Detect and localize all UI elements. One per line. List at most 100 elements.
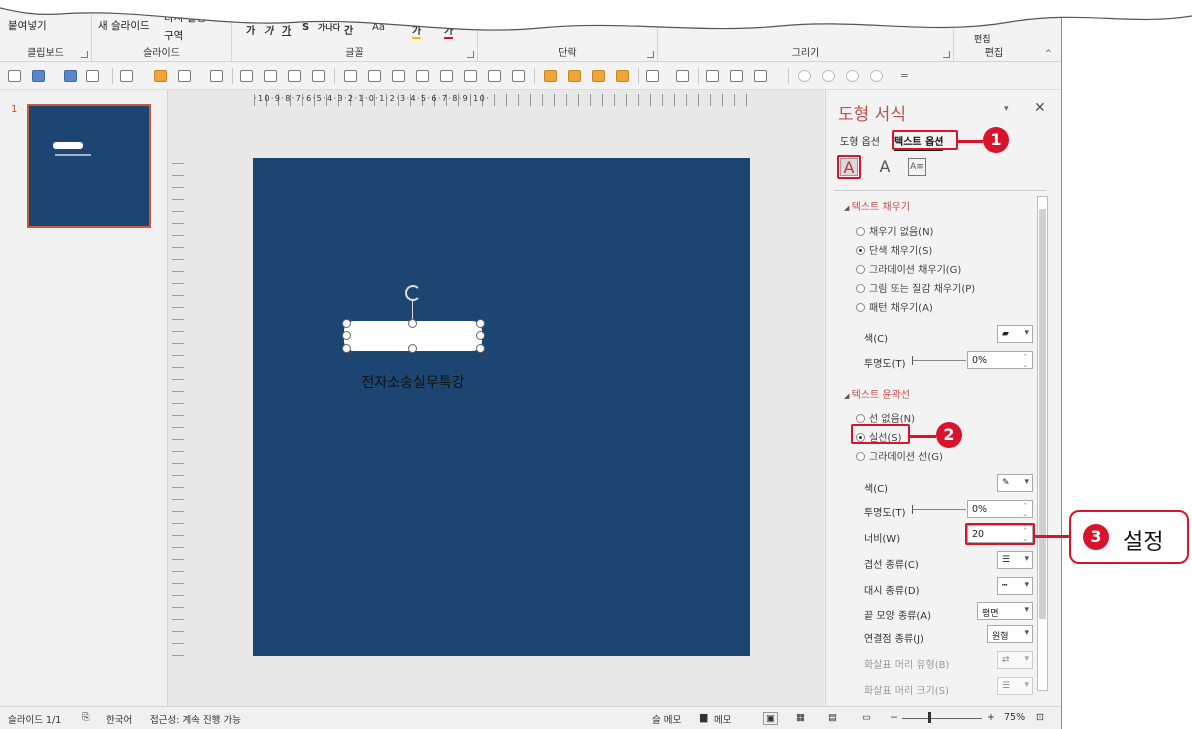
- reset-button[interactable]: 다시 설정: [164, 10, 206, 25]
- launcher-icon[interactable]: [467, 51, 474, 58]
- rotate-handle-icon[interactable]: [405, 285, 421, 301]
- shadow-button[interactable]: S: [302, 22, 309, 33]
- textbox-icon[interactable]: A≡: [908, 158, 926, 176]
- flip-icon[interactable]: [676, 70, 689, 82]
- touch-mode-icon[interactable]: [86, 70, 99, 82]
- radio-picture-fill[interactable]: 그림 또는 질감 채우기(P): [856, 280, 975, 295]
- crop-icon[interactable]: [730, 70, 743, 82]
- slideshow-icon[interactable]: ▭: [862, 712, 871, 723]
- close-icon[interactable]: ✕: [1034, 100, 1046, 116]
- sorter-view-icon[interactable]: ▦: [796, 712, 805, 723]
- arrow-size-select[interactable]: ☰: [997, 677, 1033, 695]
- redo-icon[interactable]: [64, 70, 77, 82]
- spellcheck-icon[interactable]: ⎘: [82, 712, 90, 723]
- radio-no-line[interactable]: 선 없음(N): [856, 410, 915, 425]
- arrow-begin-select[interactable]: ⇄: [997, 651, 1033, 669]
- spacing-button[interactable]: 간: [344, 22, 353, 37]
- text-effects-icon[interactable]: A: [876, 158, 894, 176]
- highlight-button[interactable]: 가: [412, 22, 422, 39]
- size-icon[interactable]: [754, 70, 767, 82]
- radio-gradient-fill[interactable]: 그라데이션 채우기(G): [856, 261, 961, 276]
- bold-button[interactable]: 가: [246, 22, 255, 37]
- scroll-thumb[interactable]: [1039, 209, 1046, 619]
- fill-color-picker[interactable]: ▰: [997, 325, 1033, 343]
- join-type-select[interactable]: 원형: [987, 625, 1033, 643]
- dash-type-select[interactable]: ┅: [997, 577, 1033, 595]
- group-icon[interactable]: [210, 70, 223, 82]
- picture-icon[interactable]: [706, 70, 719, 82]
- comments-icon[interactable]: ▆: [700, 712, 707, 723]
- radio-solid-fill[interactable]: 단색 채우기(S): [856, 242, 932, 257]
- section-button[interactable]: 구역: [164, 28, 183, 43]
- font-color-button[interactable]: 가: [444, 22, 454, 39]
- pane-options-icon[interactable]: ▾: [1004, 104, 1009, 114]
- shape-icon[interactable]: [240, 70, 253, 82]
- zoom-in-icon[interactable]: +: [987, 712, 995, 723]
- arrange-icon[interactable]: [178, 70, 191, 82]
- circle-icon[interactable]: [846, 70, 859, 82]
- resize-handle[interactable]: [408, 319, 417, 328]
- slide-canvas[interactable]: [253, 158, 750, 656]
- notes-button[interactable]: 슬 메모: [652, 712, 681, 726]
- circle-icon[interactable]: [822, 70, 835, 82]
- forward-icon[interactable]: [592, 70, 605, 82]
- subtract-icon[interactable]: [312, 70, 325, 82]
- customize-icon[interactable]: =: [900, 70, 909, 82]
- pane-scrollbar[interactable]: [1037, 196, 1048, 691]
- resize-handle[interactable]: [342, 331, 351, 340]
- font-name-select[interactable]: 맑은 고딕 (본문): [242, 0, 304, 13]
- paste-button[interactable]: 붙여넣기: [8, 18, 47, 33]
- zoom-slider[interactable]: [902, 718, 982, 719]
- circle-icon[interactable]: [870, 70, 883, 82]
- circle-icon[interactable]: [798, 70, 811, 82]
- outline-transparency-slider[interactable]: [912, 505, 966, 514]
- resize-handle[interactable]: [476, 331, 485, 340]
- resize-handle[interactable]: [476, 344, 485, 353]
- outline-color-picker[interactable]: ✎: [997, 474, 1033, 492]
- outline-transparency-input[interactable]: 0%: [967, 500, 1033, 518]
- slide-subtitle[interactable]: 전자소송실무특강: [320, 372, 506, 392]
- fill-transparency-slider[interactable]: [912, 356, 966, 365]
- intersect-icon[interactable]: [288, 70, 301, 82]
- launcher-icon[interactable]: [943, 51, 950, 58]
- resize-handle[interactable]: [342, 319, 351, 328]
- radio-gradient-line[interactable]: 그라데이션 선(G): [856, 448, 943, 463]
- new-slide-button[interactable]: 새 슬라이드: [98, 18, 150, 33]
- fit-window-icon[interactable]: ⊡: [1036, 712, 1044, 723]
- zoom-level[interactable]: 75%: [1004, 712, 1025, 723]
- section-text-outline[interactable]: 텍스트 윤곽선: [844, 386, 910, 401]
- screenshot-icon[interactable]: [120, 70, 133, 82]
- undo-icon[interactable]: [32, 70, 45, 82]
- radio-pattern-fill[interactable]: 패턴 채우기(A): [856, 299, 933, 314]
- tab-shape-options[interactable]: 도형 옵션: [840, 133, 880, 148]
- color-icon[interactable]: [154, 70, 167, 82]
- zoom-knob[interactable]: [928, 712, 931, 723]
- compound-type-select[interactable]: ☰: [997, 551, 1033, 569]
- italic-button[interactable]: 가: [264, 22, 273, 37]
- reading-view-icon[interactable]: ▤: [828, 712, 837, 723]
- launcher-icon[interactable]: [647, 51, 654, 58]
- comments-button[interactable]: 메모: [714, 712, 731, 726]
- align-left-icon[interactable]: [344, 70, 357, 82]
- distribute-v-icon[interactable]: [512, 70, 525, 82]
- align-top-icon[interactable]: [416, 70, 429, 82]
- rotate-icon[interactable]: [646, 70, 659, 82]
- language[interactable]: 한국어: [106, 712, 132, 726]
- radio-no-fill[interactable]: 채우기 없음(N): [856, 223, 933, 238]
- resize-handle[interactable]: [408, 344, 417, 353]
- distribute-icon[interactable]: [488, 70, 501, 82]
- accessibility-status[interactable]: 접근성: 계속 진행 가능: [150, 712, 241, 726]
- fill-transparency-input[interactable]: 0%: [967, 351, 1033, 369]
- back-icon[interactable]: [568, 70, 581, 82]
- strike-button[interactable]: 가나다: [318, 22, 340, 33]
- zoom-out-icon[interactable]: −: [890, 712, 898, 723]
- resize-handle[interactable]: [342, 344, 351, 353]
- resize-handle[interactable]: [476, 319, 485, 328]
- align-icons[interactable]: ≡ ≡ ≡ ≡ ≡: [486, 20, 543, 32]
- cap-type-select[interactable]: 평면: [977, 602, 1033, 620]
- slide-thumbnail[interactable]: [27, 104, 151, 228]
- align-center-icon[interactable]: [368, 70, 381, 82]
- backward-icon[interactable]: [616, 70, 629, 82]
- save-icon[interactable]: [8, 70, 21, 82]
- align-middle-icon[interactable]: [440, 70, 453, 82]
